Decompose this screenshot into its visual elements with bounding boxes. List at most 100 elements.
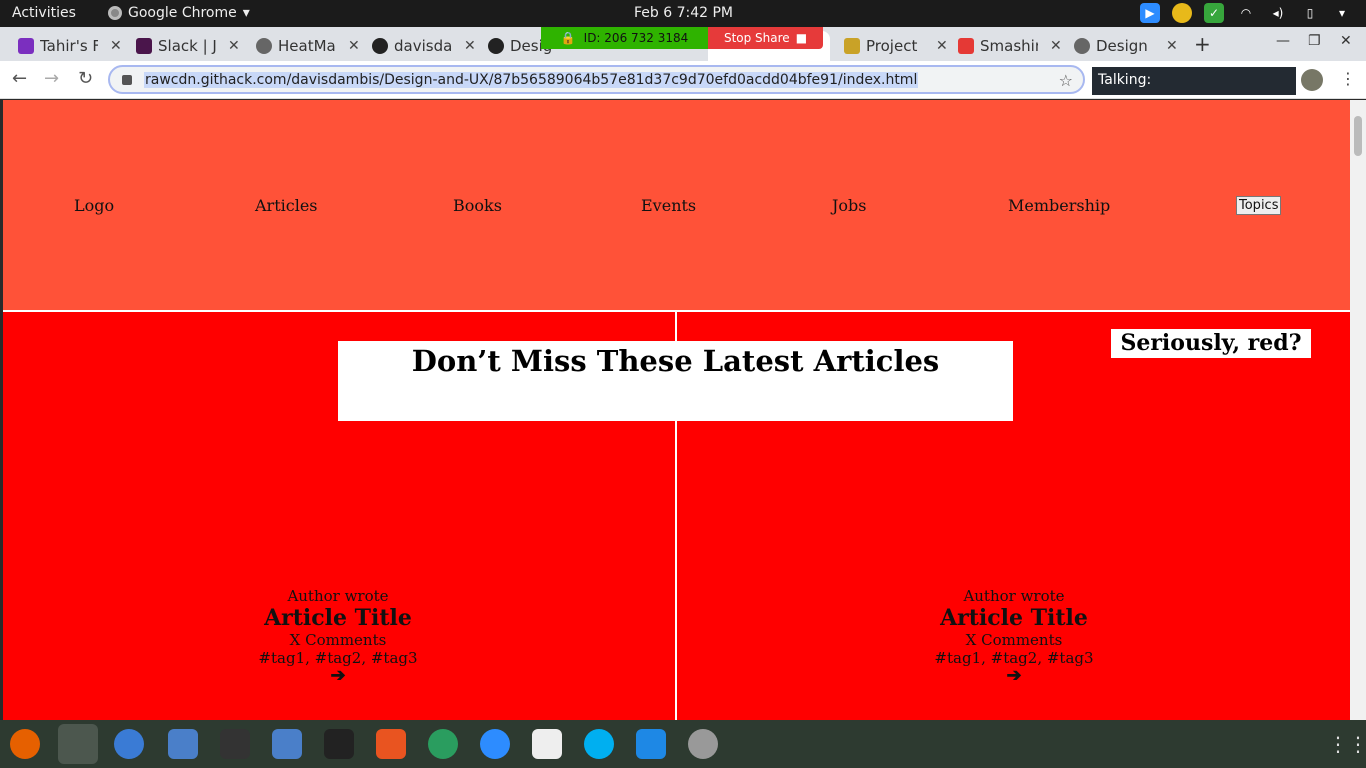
tab-title: Design (1096, 37, 1148, 55)
article-title[interactable]: Article Title (218, 605, 458, 631)
text-editor-icon[interactable] (532, 729, 562, 759)
zoom-dock-icon[interactable] (480, 729, 510, 759)
address-bar[interactable]: rawcdn.githack.com/davisdambis/Design-an… (108, 65, 1085, 94)
tab-1[interactable]: Slack | J ✕ (118, 31, 240, 61)
nav-books[interactable]: Books (453, 196, 502, 215)
topics-button[interactable]: Topics (1236, 196, 1282, 215)
tab-6[interactable]: Smashin ✕ (940, 31, 1062, 61)
stop-share-label: Stop Share (723, 31, 790, 45)
tab-3[interactable]: davisda ✕ (354, 31, 476, 61)
document-viewer-icon[interactable] (272, 729, 302, 759)
terminal-icon[interactable] (220, 729, 250, 759)
show-apps-icon[interactable]: ⋮⋮⋮ (1328, 732, 1366, 756)
wifi-icon[interactable]: ◠ (1236, 3, 1256, 23)
aside-heading: Seriously, red? (1111, 329, 1311, 358)
disk-icon[interactable] (688, 729, 718, 759)
chevron-down-icon: ▾ (242, 5, 250, 21)
tab-favicon-icon (256, 38, 272, 54)
files-icon[interactable] (168, 729, 198, 759)
clock[interactable]: Feb 6 7:42 PM (634, 5, 733, 21)
nav-events[interactable]: Events (641, 196, 696, 215)
url-text[interactable]: rawcdn.githack.com/davisdambis/Design-an… (144, 71, 919, 88)
stop-icon: ■ (795, 31, 808, 45)
minimize-button[interactable]: — (1276, 33, 1290, 49)
nav-membership[interactable]: Membership (1008, 196, 1110, 215)
zoom-tray-icon[interactable]: ▶ (1140, 3, 1160, 23)
tab-title: Slack | J (158, 37, 216, 55)
vscode-icon[interactable] (636, 729, 666, 759)
atom-icon[interactable] (428, 729, 458, 759)
restore-button[interactable]: ❐ (1308, 33, 1321, 49)
nav-articles[interactable]: Articles (255, 196, 318, 215)
battery-icon[interactable]: ▯ (1300, 3, 1320, 23)
article-card: Author wrote Article Title X Comments #t… (894, 587, 1134, 685)
volume-icon[interactable]: ◂) (1268, 3, 1288, 23)
tab-title: Project (866, 37, 918, 55)
github-icon (372, 38, 388, 54)
tab-favicon-icon (1074, 38, 1090, 54)
browser-toolbar: ← → ↻ rawcdn.githack.com/davisdambis/Des… (0, 61, 1366, 99)
chrome-tray-icon[interactable] (1172, 3, 1192, 23)
system-monitor-icon[interactable] (324, 729, 354, 759)
meeting-id-text: ID: 206 732 3184 (583, 31, 689, 45)
check-tray-icon[interactable]: ✓ (1204, 3, 1224, 23)
new-tab-button[interactable]: + (1194, 32, 1211, 56)
lock-icon (122, 74, 132, 85)
zoom-meeting-id: 🔒 ID: 206 732 3184 (541, 27, 708, 49)
tab-0[interactable]: Tahir's F ✕ (0, 31, 122, 61)
app-name: Google Chrome (128, 5, 237, 21)
skype-icon[interactable] (584, 729, 614, 759)
reload-icon[interactable]: ↻ (78, 68, 93, 89)
articles-section: Don’t Miss These Latest Articles Serious… (3, 312, 1350, 720)
back-arrow-icon[interactable]: ← (12, 68, 27, 89)
profile-avatar[interactable] (1301, 69, 1323, 91)
bookmark-star-icon[interactable]: ☆ (1059, 71, 1073, 90)
zoom-share-banner: 🔒 ID: 206 732 3184 Stop Share ■ (541, 27, 823, 49)
scrollbar-thumb[interactable] (1354, 116, 1362, 156)
close-icon[interactable]: ✕ (1166, 38, 1178, 54)
article-title[interactable]: Article Title (894, 605, 1134, 631)
arrow-right-icon[interactable]: ➔ (894, 667, 1134, 685)
close-window-button[interactable]: ✕ (1340, 33, 1352, 49)
tab-title: Smashin (980, 37, 1038, 55)
tab-favicon-icon (844, 38, 860, 54)
stop-share-button[interactable]: Stop Share ■ (708, 27, 823, 49)
tab-favicon-icon (136, 38, 152, 54)
system-top-bar: Activities Google Chrome ▾ Feb 6 7:42 PM… (0, 0, 1366, 27)
forward-arrow-icon[interactable]: → (44, 68, 59, 89)
software-center-icon[interactable] (376, 729, 406, 759)
vertical-scrollbar[interactable] (1350, 100, 1366, 720)
page-viewport: Logo Articles Books Events Jobs Membersh… (3, 100, 1350, 720)
chrome-dock-icon[interactable] (58, 724, 98, 764)
article-card: Author wrote Article Title X Comments #t… (218, 587, 458, 685)
article-comments[interactable]: X Comments (218, 631, 458, 649)
more-menu-icon[interactable]: ⋮ (1340, 69, 1356, 88)
nav-jobs[interactable]: Jobs (832, 196, 867, 215)
tab-title: Tahir's F (40, 37, 98, 55)
article-comments[interactable]: X Comments (894, 631, 1134, 649)
tab-title: HeatMa (278, 37, 336, 55)
tab-7[interactable]: Design ✕ (1056, 31, 1178, 61)
tab-title: davisda (394, 37, 452, 55)
tab-2[interactable]: HeatMa ✕ (238, 31, 360, 61)
section-heading: Don’t Miss These Latest Articles (338, 341, 1013, 421)
github-icon (488, 38, 504, 54)
firefox-icon[interactable] (10, 729, 40, 759)
nav-logo[interactable]: Logo (74, 196, 114, 215)
article-author: Author wrote (287, 587, 389, 605)
power-menu-icon[interactable]: ▾ (1332, 3, 1352, 23)
app-menu[interactable]: Google Chrome ▾ (108, 5, 250, 21)
tab-favicon-icon (18, 38, 34, 54)
arrow-right-icon[interactable]: ➔ (218, 667, 458, 685)
chrome-icon (108, 6, 122, 20)
lock-icon: 🔒 (560, 31, 576, 45)
tab-5[interactable]: Project ✕ (826, 31, 948, 61)
system-tray: ▶ ✓ ◠ ◂) ▯ ▾ (1140, 3, 1352, 23)
activities-button[interactable]: Activities (12, 5, 76, 21)
article-author: Author wrote (963, 587, 1065, 605)
thunderbird-icon[interactable] (114, 729, 144, 759)
taskbar-dock: ⋮⋮⋮ (0, 720, 1366, 768)
smashing-icon (958, 38, 974, 54)
zoom-talking-indicator: Talking: (1092, 67, 1296, 95)
site-nav: Logo Articles Books Events Jobs Membersh… (3, 100, 1350, 311)
